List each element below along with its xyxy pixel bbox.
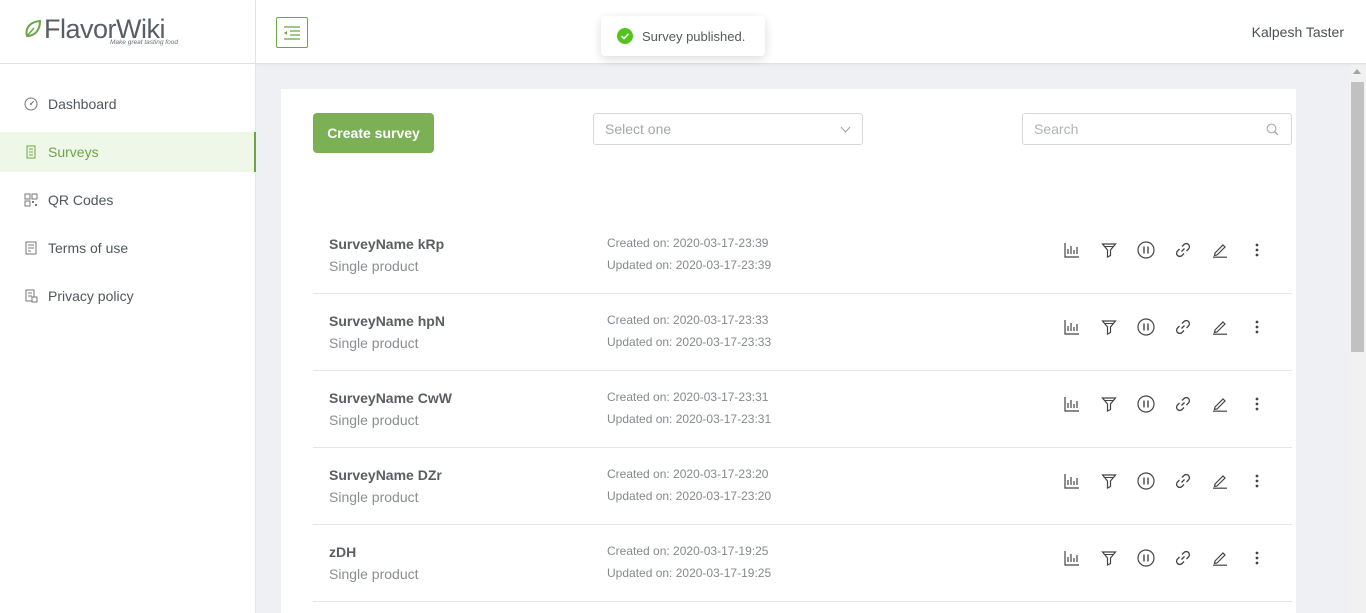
- updated-date: Updated on: 2020-03-17-23:33: [607, 335, 772, 349]
- pause-icon[interactable]: [1137, 241, 1155, 259]
- row-actions: [1063, 472, 1285, 490]
- survey-name[interactable]: SurveyName kRp: [329, 236, 444, 252]
- filter-icon[interactable]: [1100, 241, 1118, 259]
- edit-icon[interactable]: [1211, 395, 1229, 413]
- survey-name[interactable]: zDH: [329, 544, 356, 560]
- edit-icon[interactable]: [1211, 241, 1229, 259]
- filter-icon[interactable]: [1100, 472, 1118, 490]
- created-date: Created on: 2020-03-17-23:20: [607, 467, 769, 481]
- sidebar-nav: Dashboard Surveys QR Codes Terms of use …: [0, 64, 256, 316]
- page-scrollbar[interactable]: [1349, 65, 1366, 613]
- collapse-menu-button[interactable]: [276, 17, 308, 48]
- sidebar-item-label: QR Codes: [48, 192, 114, 208]
- qr-code-icon: [24, 193, 38, 207]
- toast-message: Survey published.: [642, 28, 746, 44]
- sidebar-item-label: Dashboard: [48, 96, 117, 112]
- created-date: Created on: 2020-03-17-23:31: [607, 390, 769, 404]
- link-icon[interactable]: [1174, 395, 1192, 413]
- survey-type: Single product: [329, 412, 419, 428]
- survey-list: SurveyName kRp Single product Created on…: [313, 217, 1292, 602]
- success-toast: Survey published.: [601, 16, 765, 56]
- survey-type: Single product: [329, 489, 419, 505]
- pause-icon[interactable]: [1137, 395, 1155, 413]
- search-field[interactable]: [1022, 113, 1292, 145]
- more-icon[interactable]: [1248, 318, 1266, 336]
- sidebar-item-surveys[interactable]: Surveys: [0, 132, 256, 172]
- updated-date: Updated on: 2020-03-17-23:39: [607, 258, 772, 272]
- sidebar-item-privacy-policy[interactable]: Privacy policy: [0, 276, 255, 316]
- survey-name[interactable]: SurveyName CwW: [329, 390, 452, 406]
- survey-row[interactable]: SurveyName CwW Single product Created on…: [313, 371, 1292, 448]
- created-date: Created on: 2020-03-17-23:33: [607, 313, 769, 327]
- sidebar-item-terms-of-use[interactable]: Terms of use: [0, 228, 255, 268]
- surveys-card: Create survey Select one SurveyName kRp …: [281, 89, 1296, 613]
- edit-icon[interactable]: [1211, 549, 1229, 567]
- pause-icon[interactable]: [1137, 318, 1155, 336]
- link-icon[interactable]: [1174, 241, 1192, 259]
- filter-select[interactable]: Select one: [593, 113, 863, 145]
- row-actions: [1063, 395, 1285, 413]
- sidebar-item-dashboard[interactable]: Dashboard: [0, 84, 255, 124]
- pause-icon[interactable]: [1137, 549, 1155, 567]
- created-date: Created on: 2020-03-17-23:39: [607, 236, 769, 250]
- survey-icon: [24, 145, 38, 159]
- search-icon[interactable]: [1266, 123, 1279, 136]
- logo[interactable]: FlavorWiki Make great tasting food: [0, 0, 255, 64]
- survey-name[interactable]: SurveyName hpN: [329, 313, 445, 329]
- top-header: Kalpesh Taster: [256, 0, 1366, 64]
- privacy-icon: [24, 289, 38, 303]
- link-icon[interactable]: [1174, 318, 1192, 336]
- survey-row[interactable]: SurveyName hpN Single product Created on…: [313, 294, 1292, 371]
- row-actions: [1063, 549, 1285, 567]
- leaf-logo-icon: [25, 19, 42, 38]
- sidebar-item-label: Privacy policy: [48, 288, 134, 304]
- stats-icon[interactable]: [1063, 241, 1081, 259]
- dashboard-icon: [24, 97, 38, 111]
- survey-row[interactable]: zDH Single product Created on: 2020-03-1…: [313, 525, 1292, 602]
- updated-date: Updated on: 2020-03-17-19:25: [607, 566, 772, 580]
- stats-icon[interactable]: [1063, 395, 1081, 413]
- user-name[interactable]: Kalpesh Taster: [1252, 24, 1344, 40]
- scroll-up-arrow-icon[interactable]: [1353, 69, 1361, 74]
- filter-icon[interactable]: [1100, 318, 1118, 336]
- menu-fold-icon: [284, 25, 300, 40]
- survey-type: Single product: [329, 566, 419, 582]
- stats-icon[interactable]: [1063, 549, 1081, 567]
- edit-icon[interactable]: [1211, 318, 1229, 336]
- edit-icon[interactable]: [1211, 472, 1229, 490]
- sidebar-item-label: Surveys: [48, 144, 99, 160]
- more-icon[interactable]: [1248, 395, 1266, 413]
- link-icon[interactable]: [1174, 472, 1192, 490]
- survey-type: Single product: [329, 335, 419, 351]
- filter-icon[interactable]: [1100, 549, 1118, 567]
- sidebar-item-label: Terms of use: [48, 240, 129, 256]
- more-icon[interactable]: [1248, 472, 1266, 490]
- filter-icon[interactable]: [1100, 395, 1118, 413]
- pause-icon[interactable]: [1137, 472, 1155, 490]
- logo-tagline: Make great tasting food: [110, 39, 178, 46]
- sidebar-item-qr-codes[interactable]: QR Codes: [0, 180, 255, 220]
- link-icon[interactable]: [1174, 549, 1192, 567]
- updated-date: Updated on: 2020-03-17-23:31: [607, 412, 772, 426]
- document-icon: [24, 241, 38, 255]
- select-placeholder: Select one: [605, 121, 672, 137]
- survey-name[interactable]: SurveyName DZr: [329, 467, 442, 483]
- search-input[interactable]: [1023, 114, 1253, 144]
- created-date: Created on: 2020-03-17-19:25: [607, 544, 769, 558]
- scrollbar-thumb[interactable]: [1351, 82, 1364, 352]
- survey-row[interactable]: SurveyName DZr Single product Created on…: [313, 448, 1292, 525]
- sidebar: FlavorWiki Make great tasting food Dashb…: [0, 0, 256, 613]
- row-actions: [1063, 241, 1285, 259]
- survey-row[interactable]: SurveyName kRp Single product Created on…: [313, 217, 1292, 294]
- create-survey-button[interactable]: Create survey: [313, 113, 434, 153]
- more-icon[interactable]: [1248, 241, 1266, 259]
- chevron-down-icon: [840, 126, 851, 133]
- more-icon[interactable]: [1248, 549, 1266, 567]
- row-actions: [1063, 318, 1285, 336]
- stats-icon[interactable]: [1063, 318, 1081, 336]
- stats-icon[interactable]: [1063, 472, 1081, 490]
- survey-type: Single product: [329, 258, 419, 274]
- updated-date: Updated on: 2020-03-17-23:20: [607, 489, 772, 503]
- check-circle-icon: [617, 28, 633, 44]
